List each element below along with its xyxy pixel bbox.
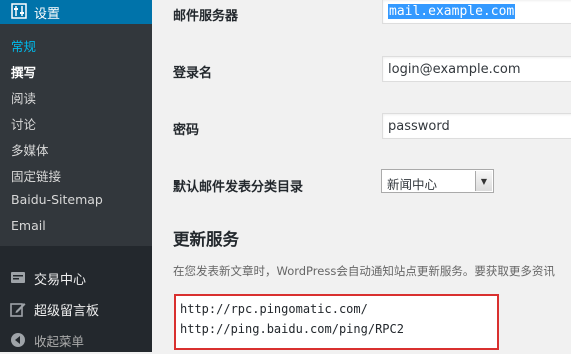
login-input[interactable] — [382, 56, 571, 82]
menu-item-guestbook[interactable]: 超级留言板 — [0, 295, 152, 323]
menu-item-trade-center-label: 交易中心 — [34, 273, 87, 288]
submenu-item-reading[interactable]: 阅读 — [11, 88, 36, 107]
update-services-title: 更新服务 — [173, 230, 239, 249]
default-category-value: 新闻中心 — [387, 177, 438, 192]
collapse-menu-button[interactable]: 收起菜单 — [0, 326, 152, 354]
password-input[interactable] — [382, 113, 571, 139]
collapse-arrow-icon — [11, 333, 25, 347]
submenu-item-writing[interactable]: 撰写 — [11, 62, 36, 81]
update-services-description: 在您发表新文章时，WordPress会自动通知站点更新服务。要获取更多资讯 — [173, 264, 555, 278]
submenu-item-baidu-sitemap[interactable]: Baidu-Sitemap — [11, 192, 103, 207]
cart-icon — [11, 272, 25, 283]
menu-item-trade-center[interactable]: 交易中心 — [0, 264, 152, 292]
admin-sidebar: 设置 常规 撰写 阅读 讨论 多媒体 固定链接 Baidu-Sitemap Em… — [0, 0, 152, 352]
menu-item-settings-label: 设置 — [34, 7, 61, 22]
mail-server-label: 邮件服务器 — [173, 9, 239, 24]
settings-sliders-icon — [11, 3, 27, 19]
chevron-down-icon: ▼ — [475, 171, 492, 191]
default-category-select[interactable]: 新闻中心 ▼ — [381, 169, 494, 193]
ping-site-line: http://rpc.pingomatic.com/ — [180, 302, 368, 316]
password-label: 密码 — [173, 123, 200, 138]
submenu-item-email[interactable]: Email — [11, 218, 46, 233]
submenu-item-general[interactable]: 常规 — [11, 36, 36, 55]
collapse-menu-label: 收起菜单 — [34, 334, 85, 349]
ping-site-line: http://ping.baidu.com/ping/RPC2 — [180, 322, 404, 336]
settings-main: 邮件服务器 mail.example.com 登录名 密码 默认邮件发表分类目录… — [152, 0, 571, 352]
submenu-item-media[interactable]: 多媒体 — [11, 140, 49, 159]
menu-item-guestbook-label: 超级留言板 — [34, 304, 100, 319]
mail-server-value: mail.example.com — [388, 4, 516, 19]
edit-icon — [10, 303, 26, 317]
settings-submenu: 常规 撰写 阅读 讨论 多媒体 固定链接 Baidu-Sitemap Email — [0, 24, 152, 246]
submenu-item-permalinks[interactable]: 固定链接 — [11, 166, 61, 185]
default-category-label: 默认邮件发表分类目录 — [173, 180, 304, 195]
submenu-item-discussion[interactable]: 讨论 — [11, 114, 36, 133]
mail-server-input[interactable]: mail.example.com — [382, 0, 571, 24]
ping-sites-textarea[interactable]: http://rpc.pingomatic.com/ http://ping.b… — [174, 294, 499, 350]
menu-item-settings[interactable]: 设置 — [0, 0, 152, 24]
login-label: 登录名 — [173, 66, 213, 81]
